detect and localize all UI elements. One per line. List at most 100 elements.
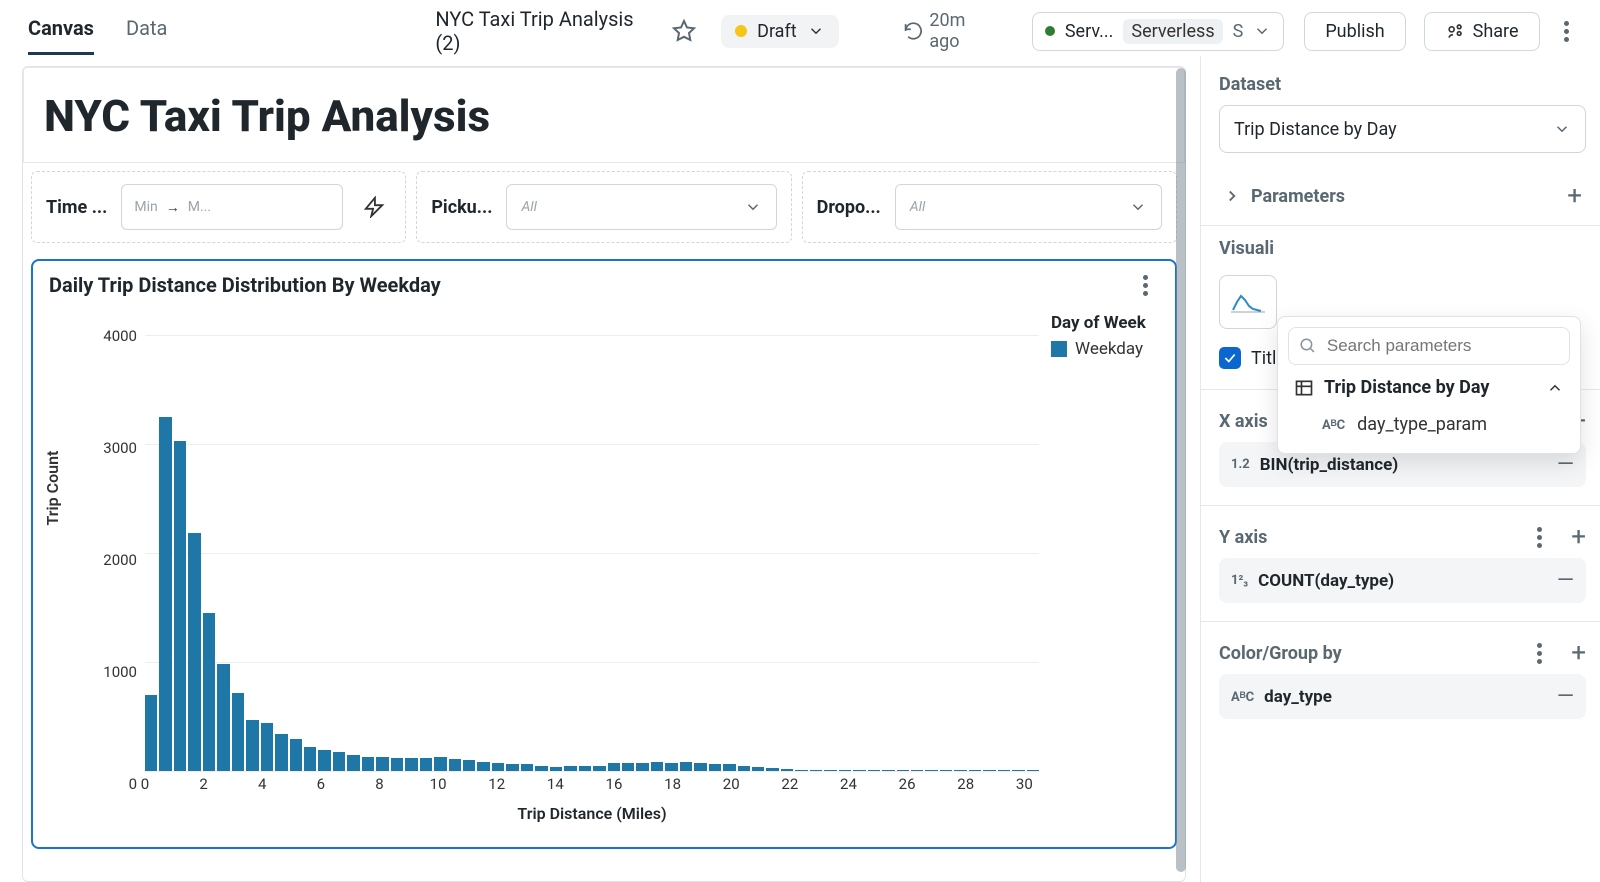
legend-item-label: Weekday: [1075, 339, 1143, 359]
chart-bar: [188, 533, 200, 771]
page-title[interactable]: NYC Taxi Trip Analysis: [23, 67, 1185, 163]
refresh-time: 20m ago: [929, 10, 996, 52]
parameters-popover: Trip Distance by Day AᴮC day_type_param: [1277, 316, 1581, 454]
chart-bar: [376, 757, 388, 771]
parameter-search-input[interactable]: [1327, 336, 1559, 356]
dataset-select[interactable]: Trip Distance by Day: [1219, 105, 1586, 153]
scrollbar[interactable]: [1176, 68, 1186, 872]
publish-button[interactable]: Publish: [1304, 12, 1405, 51]
yaxis-more-button[interactable]: [1525, 527, 1553, 548]
popover-dataset-label: Trip Distance by Day: [1324, 377, 1536, 398]
param-type-badge: AᴮC: [1322, 417, 1345, 433]
last-refresh[interactable]: 20m ago: [903, 10, 996, 52]
yaxis-field-pill[interactable]: 1²₃ COUNT(day_type) —: [1219, 558, 1586, 603]
chart-bar: [636, 763, 648, 771]
legend-item[interactable]: Weekday: [1051, 339, 1146, 359]
chart-bar: [477, 762, 489, 771]
y-tick: 1000: [85, 663, 137, 681]
table-icon: [1294, 378, 1314, 398]
chart-bar: [665, 763, 677, 771]
chevron-down-icon: [744, 198, 762, 216]
title-checkbox[interactable]: [1219, 347, 1241, 369]
more-menu-button[interactable]: [1554, 21, 1580, 42]
viz-type-chip[interactable]: [1219, 275, 1277, 329]
parameters-row[interactable]: Parameters +: [1219, 173, 1586, 219]
tab-canvas[interactable]: Canvas: [28, 8, 94, 55]
chart-card[interactable]: Daily Trip Distance Distribution By Week…: [31, 259, 1177, 849]
chart-bar: [318, 750, 330, 771]
document-title[interactable]: NYC Taxi Trip Analysis (2): [435, 7, 651, 55]
bolt-icon[interactable]: [357, 190, 391, 224]
chart-bar: [275, 734, 287, 771]
compute-serverless-tag: Serverless: [1123, 19, 1222, 44]
x-tick: 0: [141, 775, 149, 793]
colorby-add-button[interactable]: +: [1571, 640, 1586, 666]
x-axis-label: Trip Distance (Miles): [517, 804, 666, 823]
chart-bar: [463, 760, 475, 771]
draft-label: Draft: [757, 21, 797, 42]
time-range-input[interactable]: Min → M...: [121, 184, 343, 230]
chart-bar: [362, 757, 374, 771]
chart-bar: [145, 695, 157, 771]
dataset-value: Trip Distance by Day: [1234, 119, 1397, 140]
x-tick: 28: [957, 775, 974, 793]
y-tick: 2000: [85, 551, 137, 569]
chart-plot: Trip Count 01000200030004000 02468101214…: [49, 303, 1039, 823]
xaxis-remove-button[interactable]: —: [1557, 452, 1574, 477]
yaxis-type-badge: 1²₃: [1231, 573, 1248, 588]
chart-bar: [391, 758, 403, 771]
chart-bar: [492, 763, 504, 771]
share-label: Share: [1473, 21, 1519, 42]
y-axis-label: Trip Count: [43, 451, 62, 526]
yaxis-remove-button[interactable]: —: [1557, 568, 1574, 593]
parameters-label: Parameters: [1251, 186, 1345, 207]
pickup-select[interactable]: All: [506, 184, 776, 230]
check-icon: [1223, 351, 1237, 365]
y-tick: 0: [85, 775, 137, 793]
x-tick: 30: [1016, 775, 1033, 793]
star-icon[interactable]: [667, 13, 701, 49]
yaxis-add-button[interactable]: +: [1571, 524, 1586, 550]
chart-bar: [333, 752, 345, 771]
colorby-label: Color/Group by: [1219, 643, 1342, 664]
chevron-down-icon: [1253, 22, 1271, 40]
x-tick: 12: [488, 775, 505, 793]
popover-dataset-item[interactable]: Trip Distance by Day: [1288, 365, 1570, 404]
param-name: day_type_param: [1357, 414, 1487, 435]
parameter-search[interactable]: [1288, 327, 1570, 365]
chart-bar: [622, 763, 634, 771]
add-parameter-button[interactable]: +: [1567, 183, 1582, 209]
chart-bar: [203, 613, 215, 771]
x-tick: 2: [199, 775, 207, 793]
tab-data[interactable]: Data: [126, 8, 167, 55]
x-tick: 24: [840, 775, 857, 793]
x-tick: 10: [430, 775, 447, 793]
x-tick: 4: [258, 775, 266, 793]
filter-pickup: Picku... All: [416, 171, 791, 243]
chevron-up-icon: [1546, 379, 1564, 397]
colorby-field-pill[interactable]: AᴮC day_type —: [1219, 674, 1586, 719]
chart-bar: [347, 755, 359, 771]
draft-status-dropdown[interactable]: Draft: [721, 15, 839, 48]
colorby-remove-button[interactable]: —: [1557, 684, 1574, 709]
compute-selector[interactable]: Serv... Serverless S: [1032, 12, 1284, 51]
chart-bar: [290, 739, 302, 771]
x-tick: 14: [547, 775, 564, 793]
y-tick: 4000: [85, 327, 137, 345]
chart-bar: [174, 441, 186, 771]
popover-param-item[interactable]: AᴮC day_type_param: [1288, 404, 1570, 443]
xaxis-field-name: BIN(trip_distance): [1260, 455, 1399, 475]
x-tick: 26: [899, 775, 916, 793]
chart-bar: [420, 758, 432, 771]
colorby-more-button[interactable]: [1525, 643, 1553, 664]
chart-more-button[interactable]: [1131, 275, 1159, 296]
title-check-label: Titl: [1251, 348, 1276, 369]
dropoff-select[interactable]: All: [895, 184, 1162, 230]
filter-time: Time ... Min → M...: [31, 171, 406, 243]
visualization-section-label: Visuali: [1219, 238, 1586, 259]
chart-bar: [261, 723, 273, 771]
filter-time-label: Time ...: [46, 197, 107, 218]
compute-size: S: [1233, 21, 1244, 42]
time-min-placeholder: Min: [134, 199, 157, 215]
share-button[interactable]: Share: [1424, 12, 1540, 51]
